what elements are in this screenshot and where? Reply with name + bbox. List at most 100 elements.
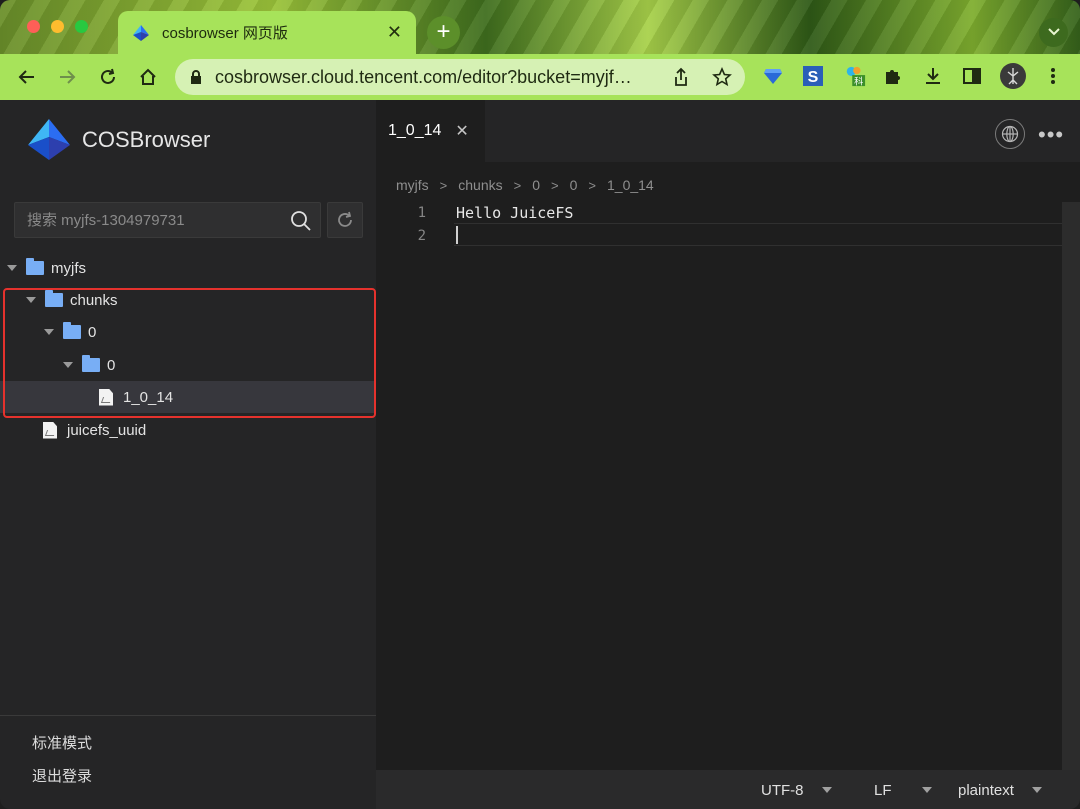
language-select[interactable]: plaintext: [958, 782, 1014, 799]
tree-item-label: 1_0_14: [123, 388, 174, 406]
breadcrumb-item[interactable]: chunks: [458, 177, 502, 193]
search-box: [14, 202, 321, 238]
editor-tab-label: 1_0_14: [388, 122, 442, 139]
breadcrumb-item[interactable]: myjfs: [396, 177, 429, 193]
caret-down-icon[interactable]: [26, 297, 36, 303]
code-area[interactable]: Hello JuiceFS: [456, 202, 573, 248]
caret-down-icon[interactable]: [1032, 787, 1042, 793]
tree-item-label: juicefs_uuid: [67, 421, 147, 439]
share-icon[interactable]: [672, 67, 690, 87]
tree-item-file-1_0_14[interactable]: 1_0_14: [0, 381, 376, 413]
refresh-button[interactable]: [327, 202, 363, 238]
code-line[interactable]: Hello JuiceFS: [456, 202, 573, 225]
caret-down-icon[interactable]: [822, 787, 832, 793]
reload-icon: [101, 68, 115, 84]
search-icon[interactable]: [290, 210, 312, 232]
chevron-right-icon: >: [513, 177, 522, 193]
status-bar: UTF-8 LF plaintext: [376, 770, 1080, 809]
chevron-right-icon: >: [588, 177, 596, 193]
side-panel-icon[interactable]: [961, 65, 983, 87]
tab-search-button[interactable]: [1039, 18, 1068, 47]
cosbrowser-app: COSBrowser myjfs chunks: [0, 100, 1080, 809]
address-bar[interactable]: cosbrowser.cloud.tencent.com/editor?buck…: [175, 59, 745, 95]
encoding-select[interactable]: UTF-8: [761, 782, 804, 799]
standard-mode-link[interactable]: 标准模式: [32, 732, 92, 753]
tree-item-folder-0[interactable]: 0: [0, 316, 376, 348]
code-line[interactable]: [456, 225, 573, 248]
tab-close-icon[interactable]: ✕: [387, 22, 402, 43]
cos-favicon-icon: [133, 24, 149, 41]
globe-icon: [1001, 125, 1019, 143]
caret-down-icon[interactable]: [44, 329, 54, 335]
minimize-window-button[interactable]: [51, 20, 64, 33]
breadcrumb: myjfs > chunks > 0 > 0 > 1_0_14: [396, 177, 654, 193]
line-number: 2: [417, 228, 426, 244]
download-icon[interactable]: [922, 65, 944, 87]
brand-name: COSBrowser: [82, 126, 211, 152]
browser-menu-icon[interactable]: [1042, 65, 1064, 87]
vertical-scrollbar[interactable]: [1062, 202, 1080, 770]
breadcrumb-item[interactable]: 1_0_14: [607, 177, 654, 193]
chevron-down-icon: [1047, 28, 1060, 36]
folder-icon: [45, 290, 63, 307]
tab-title: cosbrowser 网页版: [162, 25, 288, 42]
tree-item-label: myjfs: [51, 259, 86, 277]
tree-item-label: 0: [107, 356, 116, 374]
tree-item-myjfs[interactable]: myjfs: [0, 252, 376, 284]
s-extension-icon[interactable]: S: [802, 65, 824, 87]
breadcrumb-item[interactable]: 0: [570, 177, 578, 193]
arrow-right-icon: [60, 70, 76, 84]
ext-badge-text: 科: [854, 75, 863, 87]
forward-button[interactable]: [55, 65, 79, 89]
tree-item-label: 0: [88, 323, 97, 341]
back-button[interactable]: [15, 65, 39, 89]
diamond-extension-icon[interactable]: [762, 65, 784, 87]
url-text: cosbrowser.cloud.tencent.com/editor?buck…: [215, 66, 632, 87]
brand: COSBrowser: [27, 117, 210, 162]
reload-button[interactable]: [96, 65, 120, 89]
browser-window: cosbrowser 网页版 ✕ + cosbrowser.cloud.tenc…: [0, 0, 1080, 809]
puzzle-extensions-icon[interactable]: [882, 65, 904, 87]
folder-icon: [26, 258, 44, 275]
file-icon: [99, 388, 113, 406]
tree-item-file-juicefs_uuid[interactable]: juicefs_uuid: [0, 414, 376, 446]
globe-button[interactable]: [995, 119, 1025, 149]
tree-item-folder-0-nested[interactable]: 0: [0, 349, 376, 381]
editor-panel: 1_0_14 ✕ ••• myjfs > chunks > 0 > 0 > 1_…: [376, 100, 1080, 809]
caret-down-icon[interactable]: [922, 787, 932, 793]
eol-select[interactable]: LF: [874, 782, 892, 799]
search-input[interactable]: [27, 203, 287, 237]
chevron-right-icon: >: [439, 177, 448, 193]
tree-item-label: chunks: [70, 291, 118, 309]
tab-strip: cosbrowser 网页版 ✕ +: [0, 0, 1080, 54]
home-button[interactable]: [136, 65, 160, 89]
lock-icon: [191, 70, 201, 84]
editor-tab-close-icon[interactable]: ✕: [455, 121, 468, 141]
new-tab-button[interactable]: +: [427, 16, 460, 49]
logout-link[interactable]: 退出登录: [32, 765, 92, 786]
tree-item-chunks[interactable]: chunks: [0, 284, 376, 316]
refresh-icon: [338, 211, 352, 227]
line-number: 1: [417, 205, 426, 221]
arrow-left-icon: [18, 70, 34, 84]
more-options-icon[interactable]: •••: [1038, 122, 1064, 148]
sidebar-footer: 标准模式 退出登录: [0, 715, 376, 809]
chevron-right-icon: >: [551, 177, 559, 193]
breadcrumb-item[interactable]: 0: [532, 177, 540, 193]
cos-logo-icon: [28, 119, 70, 160]
bookmark-star-icon[interactable]: [712, 67, 732, 87]
browser-toolbar: cosbrowser.cloud.tencent.com/editor?buck…: [0, 54, 1080, 100]
zoom-window-button[interactable]: [75, 20, 88, 33]
text-cursor: [456, 226, 458, 244]
browser-tab-active[interactable]: cosbrowser 网页版 ✕: [118, 11, 416, 54]
home-icon: [140, 68, 156, 85]
profile-avatar[interactable]: [999, 62, 1027, 90]
close-window-button[interactable]: [27, 20, 40, 33]
caret-down-icon[interactable]: [7, 265, 17, 271]
folder-icon: [63, 322, 81, 339]
science-extension-icon[interactable]: 科: [844, 65, 866, 87]
line-number-gutter: 1 2: [406, 202, 426, 248]
file-icon: [43, 421, 57, 439]
editor-tab[interactable]: 1_0_14 ✕: [376, 100, 485, 162]
caret-down-icon[interactable]: [63, 362, 73, 368]
